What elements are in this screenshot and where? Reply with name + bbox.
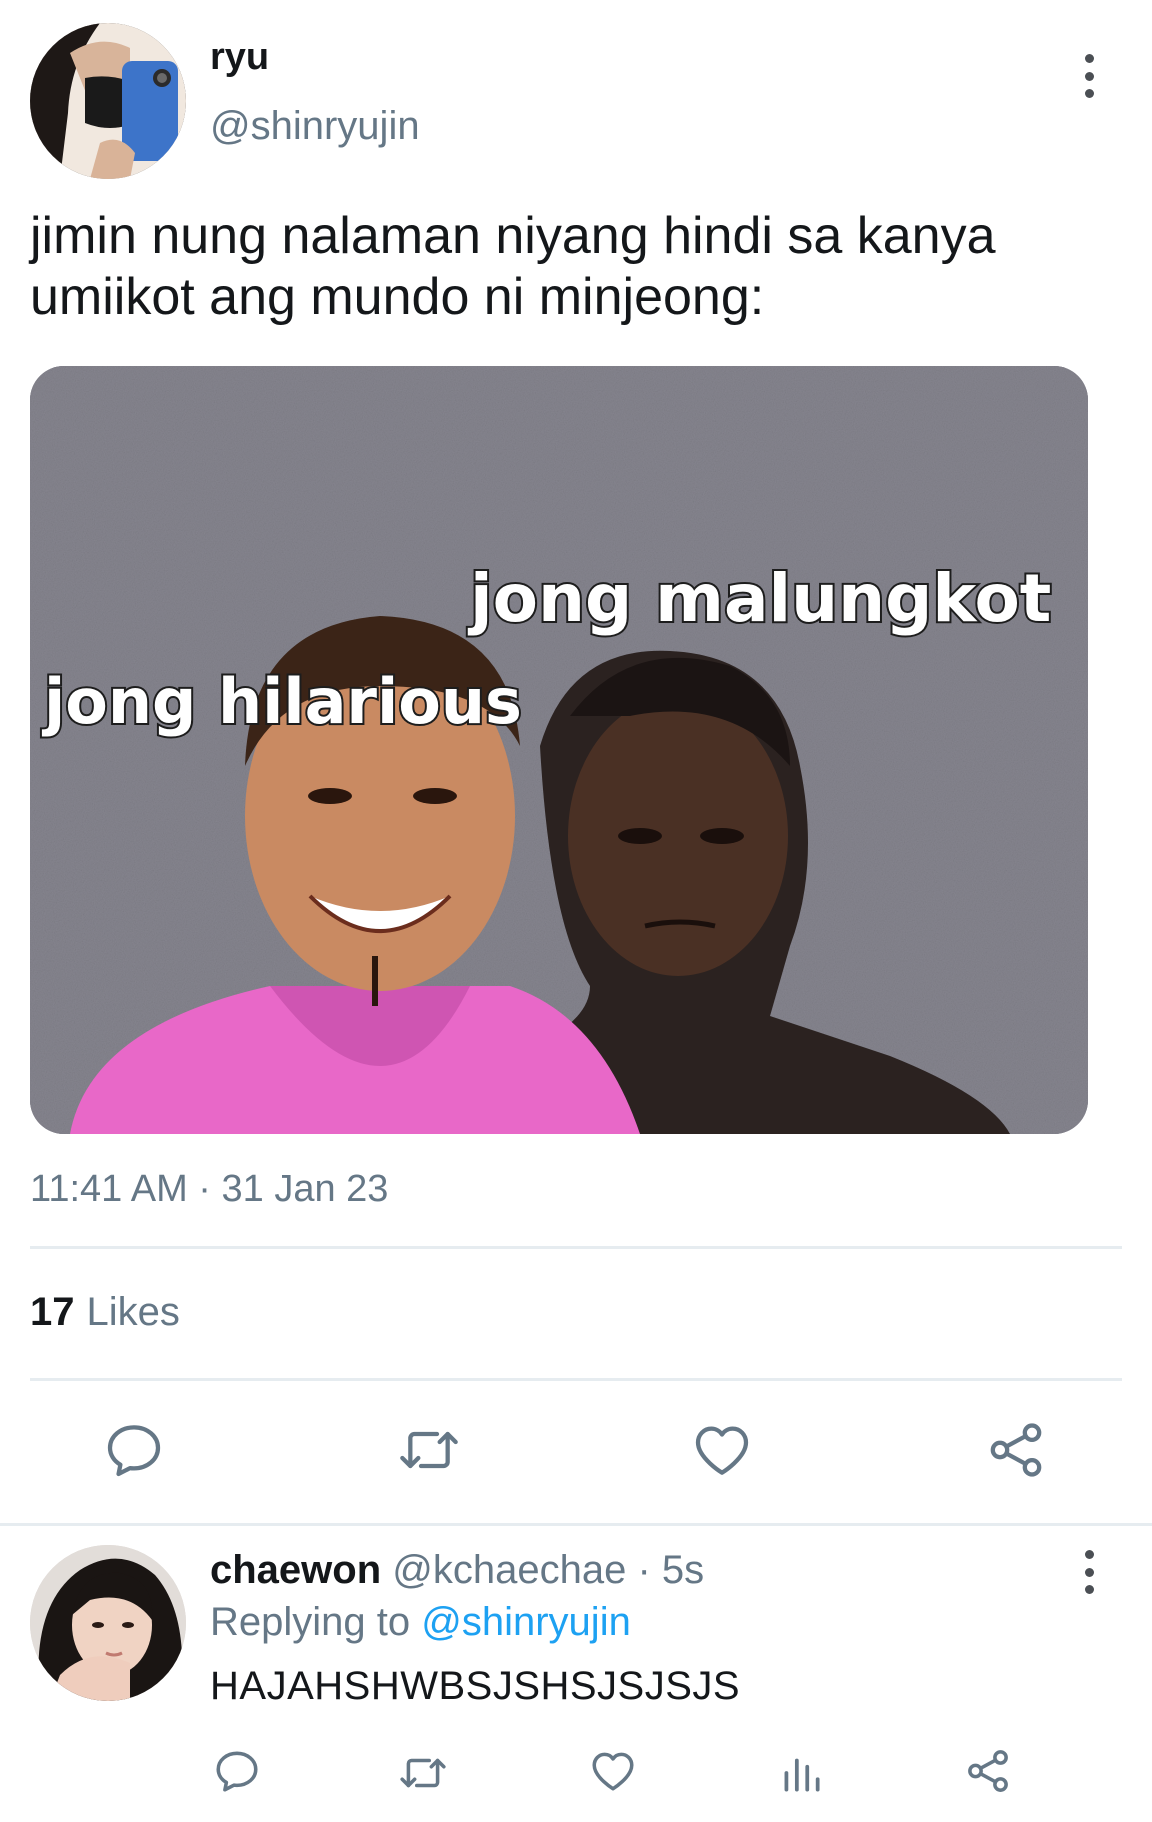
retweet-icon[interactable]	[397, 1418, 461, 1482]
author-avatar[interactable]	[30, 23, 186, 179]
likes-count: 17	[30, 1290, 75, 1334]
divider	[30, 1378, 1122, 1381]
avatar-image	[30, 23, 186, 179]
reply-text: HAJAHSHWBSJSHSJSJSJS	[210, 1664, 741, 1708]
author-handle[interactable]: @shinryujin	[210, 104, 420, 149]
tweet-text-line: jimin nung nalaman niyang hindi sa kanya	[30, 207, 996, 265]
likes-row[interactable]: 17 Likes	[30, 1290, 180, 1335]
share-icon[interactable]	[963, 1746, 1013, 1796]
stats-icon[interactable]	[776, 1748, 826, 1798]
more-options-icon[interactable]	[1082, 54, 1096, 98]
retweet-icon[interactable]	[398, 1748, 448, 1798]
tweet-text: jimin nung nalaman niyang hindi sa kanya…	[30, 206, 1110, 328]
share-icon[interactable]	[984, 1418, 1048, 1482]
heart-icon[interactable]	[588, 1746, 638, 1796]
divider	[30, 1246, 1122, 1249]
meme-image: jong malungkot jong hilarious	[30, 366, 1088, 1134]
divider	[0, 1523, 1152, 1526]
reply-icon[interactable]	[102, 1418, 166, 1482]
more-options-icon[interactable]	[1082, 1550, 1096, 1594]
reply-author-name[interactable]: chaewon	[210, 1548, 381, 1592]
reply-meta: @kchaechae · 5s	[392, 1548, 705, 1592]
tweet-text-line: umiikot ang mundo ni minjeong:	[30, 268, 765, 326]
reply-header: chaewon @kchaechae · 5s	[210, 1548, 704, 1593]
reply-author-avatar[interactable]	[30, 1545, 186, 1701]
replying-handle-link[interactable]: @shinryujin	[421, 1600, 631, 1644]
avatar-image	[30, 1545, 186, 1701]
tweet-timestamp[interactable]: 11:41 AM · 31 Jan 23	[30, 1168, 388, 1211]
heart-icon[interactable]	[690, 1418, 754, 1482]
replying-prefix: Replying to	[210, 1600, 411, 1644]
meme-caption-right: jong malungkot	[467, 560, 1051, 637]
likes-label: Likes	[86, 1290, 180, 1334]
tweet-media[interactable]: jong malungkot jong hilarious	[30, 366, 1088, 1134]
meme-caption-left: jong hilarious	[41, 665, 522, 738]
author-name[interactable]: ryu	[210, 36, 269, 79]
replying-to: Replying to @shinryujin	[210, 1600, 631, 1645]
reply-icon[interactable]	[212, 1746, 262, 1796]
